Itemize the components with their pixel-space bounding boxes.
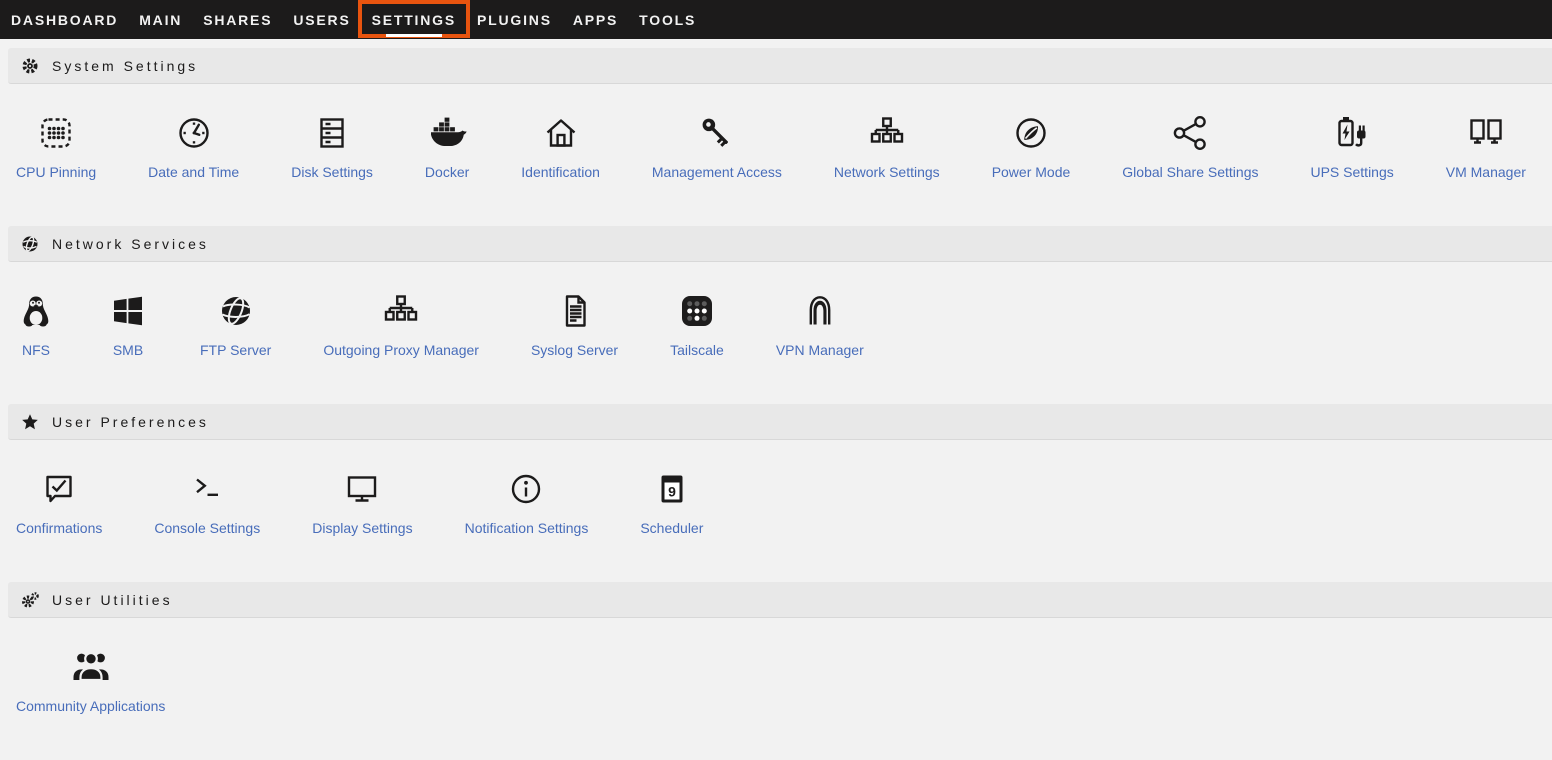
settings-item-power-mode[interactable]: Power Mode (992, 113, 1071, 181)
tux-penguin-icon (16, 291, 56, 331)
nav-item-apps[interactable]: APPS (573, 12, 618, 28)
nav-item-shares[interactable]: SHARES (203, 12, 272, 28)
nav-item-plugins[interactable]: PLUGINS (477, 12, 552, 28)
tailscale-icon (677, 291, 717, 331)
nav-item-tools[interactable]: TOOLS (639, 12, 696, 28)
users-group-icon (71, 647, 111, 687)
document-lines-icon (555, 291, 595, 331)
sitemap-icon (867, 113, 907, 153)
globe-icon (21, 235, 39, 253)
section-header-network-services: Network Services (8, 226, 1552, 262)
settings-item-scheduler[interactable]: 9 Scheduler (640, 469, 703, 537)
home-icon (541, 113, 581, 153)
section-title: System Settings (52, 58, 198, 74)
network-services-items: NFS SMB FTP Server (0, 262, 1552, 404)
globe-solid-icon (216, 291, 256, 331)
monitor-icon (342, 469, 382, 509)
gear-icon (21, 57, 39, 75)
settings-item-global-share-settings[interactable]: Global Share Settings (1122, 113, 1258, 181)
settings-item-ups-settings[interactable]: UPS Settings (1310, 113, 1393, 181)
calendar-9-icon: 9 (652, 469, 692, 509)
gears-icon (21, 591, 39, 609)
settings-item-vpn-manager[interactable]: VPN Manager (776, 291, 864, 359)
info-circle-icon (506, 469, 546, 509)
settings-item-tailscale[interactable]: Tailscale (670, 291, 724, 359)
battery-plug-icon (1332, 113, 1372, 153)
section-title: User Utilities (52, 592, 173, 608)
settings-item-vm-manager[interactable]: VM Manager (1446, 113, 1526, 181)
settings-item-cpu-pinning[interactable]: CPU Pinning (16, 113, 96, 181)
section-header-system-settings: System Settings (8, 48, 1552, 84)
nav-item-dashboard[interactable]: DASHBOARD (11, 12, 118, 28)
terminal-icon (187, 469, 227, 509)
settings-item-notification-settings[interactable]: Notification Settings (465, 469, 589, 537)
settings-item-confirmations[interactable]: Confirmations (16, 469, 102, 537)
settings-item-management-access[interactable]: Management Access (652, 113, 782, 181)
section-title: User Preferences (52, 414, 209, 430)
nav-item-users[interactable]: USERS (293, 12, 350, 28)
vm-columns-icon (1466, 113, 1506, 153)
chat-check-icon (39, 469, 79, 509)
top-nav: DASHBOARD MAIN SHARES USERS SETTINGS PLU… (0, 0, 1552, 39)
section-header-user-utilities: User Utilities (8, 582, 1552, 618)
server-stack-icon (312, 113, 352, 153)
windows-icon (108, 291, 148, 331)
system-settings-items: CPU Pinning Date and Time D (0, 84, 1552, 226)
settings-item-community-applications[interactable]: Community Applications (16, 647, 165, 715)
settings-item-disk-settings[interactable]: Disk Settings (291, 113, 373, 181)
settings-item-display-settings[interactable]: Display Settings (312, 469, 412, 537)
docker-whale-icon (427, 113, 467, 153)
share-nodes-icon (1170, 113, 1210, 153)
settings-item-console-settings[interactable]: Console Settings (154, 469, 260, 537)
section-header-user-preferences: User Preferences (8, 404, 1552, 440)
clock-icon (174, 113, 214, 153)
user-preferences-items: Confirmations Console Settings Display S… (0, 440, 1552, 582)
nav-item-settings[interactable]: SETTINGS (372, 12, 456, 28)
user-utilities-items: Community Applications (0, 618, 1552, 760)
settings-item-ftp-server[interactable]: FTP Server (200, 291, 271, 359)
settings-item-syslog-server[interactable]: Syslog Server (531, 291, 618, 359)
svg-text:9: 9 (668, 484, 676, 500)
settings-item-docker[interactable]: Docker (425, 113, 469, 181)
settings-item-smb[interactable]: SMB (108, 291, 148, 359)
settings-item-date-and-time[interactable]: Date and Time (148, 113, 239, 181)
settings-item-network-settings[interactable]: Network Settings (834, 113, 940, 181)
nav-item-main[interactable]: MAIN (139, 12, 182, 28)
settings-item-outgoing-proxy-manager[interactable]: Outgoing Proxy Manager (323, 291, 479, 359)
star-icon (21, 413, 39, 431)
leaf-circle-icon (1011, 113, 1051, 153)
nav-item-settings-label: SETTINGS (372, 12, 456, 28)
settings-item-identification[interactable]: Identification (521, 113, 600, 181)
section-title: Network Services (52, 236, 209, 252)
key-icon (697, 113, 737, 153)
sitemap-icon (381, 291, 421, 331)
settings-item-nfs[interactable]: NFS (16, 291, 56, 359)
incognito-hood-icon (800, 291, 840, 331)
cpu-pinning-icon (36, 113, 76, 153)
